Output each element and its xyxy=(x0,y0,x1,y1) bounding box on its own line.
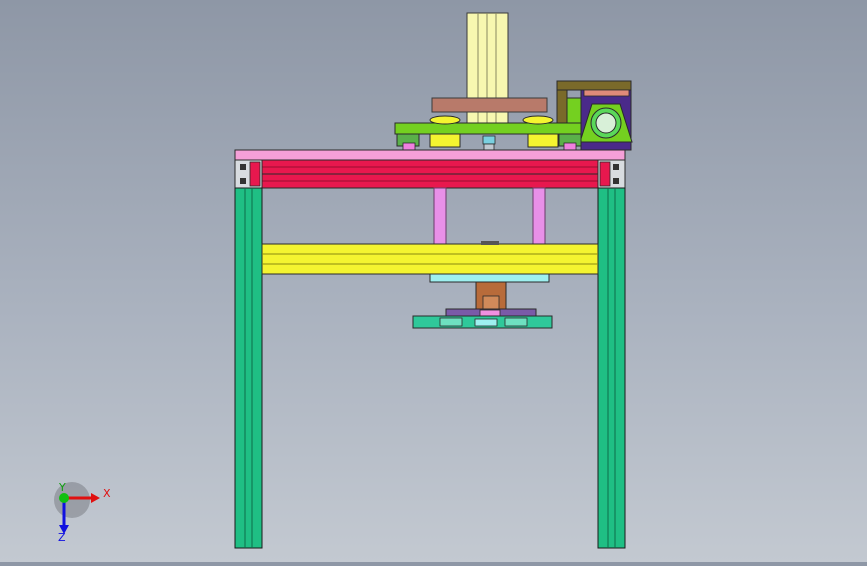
guide-rod-left xyxy=(433,187,447,245)
connector-plate[interactable] xyxy=(429,273,550,283)
upper-plate xyxy=(394,122,582,135)
stop-plate[interactable] xyxy=(431,97,548,113)
bushing-right xyxy=(527,133,559,148)
frame-leg-right[interactable] xyxy=(597,187,626,549)
bearing-bore-inner xyxy=(595,112,617,134)
frame-leg-left[interactable] xyxy=(234,187,263,549)
bushing-left xyxy=(429,133,461,148)
tool-plate[interactable] xyxy=(412,308,553,329)
assembly-drawing: X Y Z xyxy=(54,12,633,549)
cad-viewport[interactable]: X Y Z xyxy=(0,0,867,562)
top-plate[interactable] xyxy=(234,149,626,161)
x-axis-label: X xyxy=(103,487,111,500)
y-axis-dot xyxy=(59,493,69,503)
bracket-frame-top xyxy=(556,80,632,91)
guide-rods[interactable] xyxy=(433,187,546,245)
y-axis-label: Y xyxy=(58,481,66,494)
coordinate-triad: X Y Z xyxy=(54,481,111,544)
middle-beam[interactable] xyxy=(261,241,599,275)
guide-rod-right xyxy=(532,187,546,245)
red-cross-beams[interactable] xyxy=(234,159,626,189)
lower-block[interactable] xyxy=(475,281,507,311)
z-axis-label: Z xyxy=(58,531,66,544)
